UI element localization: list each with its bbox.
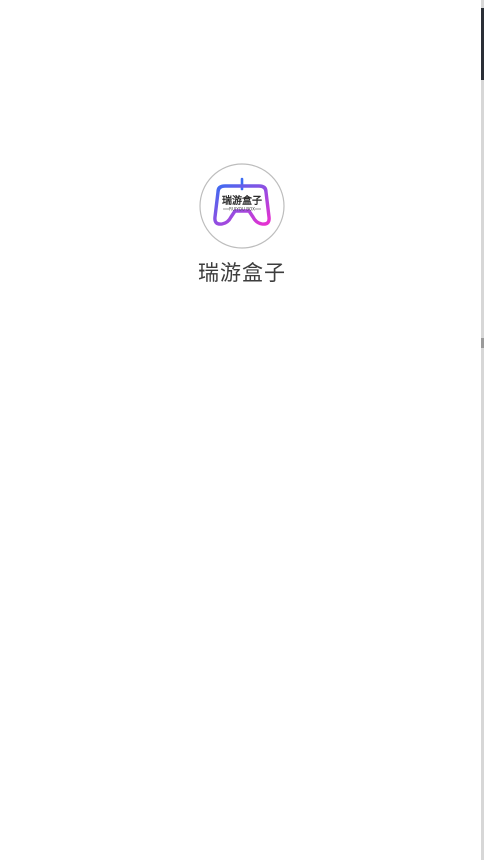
splash-screen: 瑞游盒子 RUIYOU BOX 瑞游盒子 — [0, 0, 484, 860]
svg-text:瑞游盒子: 瑞游盒子 — [222, 194, 262, 207]
app-logo: 瑞游盒子 RUIYOU BOX — [198, 162, 286, 250]
app-title: 瑞游盒子 — [198, 261, 286, 285]
svg-text:RUIYOU BOX: RUIYOU BOX — [229, 207, 255, 212]
gamepad-logo-icon: 瑞游盒子 RUIYOU BOX — [199, 163, 285, 249]
